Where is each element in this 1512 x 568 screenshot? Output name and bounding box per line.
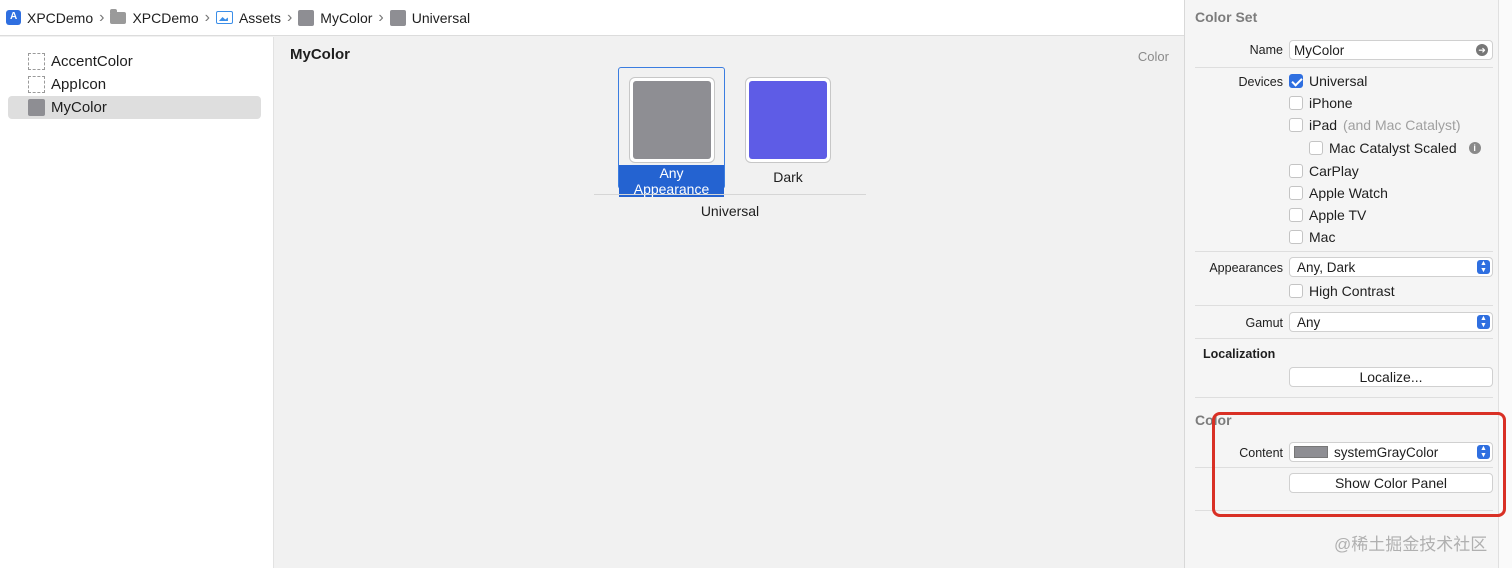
checkbox-label: CarPlay [1309, 163, 1359, 179]
appearances-label: Appearances [1209, 261, 1283, 275]
section-title-localization: Localization [1203, 347, 1276, 361]
appearances-popup[interactable]: Any, Dark ▲ ▼ [1289, 257, 1493, 277]
checkbox-checked-icon [1289, 74, 1303, 88]
color-swatch-icon [28, 99, 45, 116]
color-well-frame [745, 77, 831, 163]
divider [1195, 338, 1493, 339]
divider [1195, 305, 1493, 306]
checkbox-carplay[interactable]: CarPlay [1289, 163, 1359, 179]
asset-list-sidebar: AccentColor AppIcon MyColor [0, 37, 274, 568]
info-icon[interactable]: i [1468, 142, 1481, 154]
dashed-placeholder-icon [28, 76, 45, 93]
color-well-frame [628, 77, 715, 163]
checkbox-label: Apple TV [1309, 207, 1367, 223]
checkbox-label: Mac Catalyst Scaled [1329, 140, 1457, 156]
checkbox-icon [1289, 118, 1303, 132]
checkbox-label: iPad [1309, 117, 1338, 133]
breadcrumb-item-universal[interactable]: Universal [389, 9, 471, 26]
color-swatch [749, 81, 827, 159]
checkbox-high-contrast[interactable]: High Contrast [1289, 283, 1395, 299]
breadcrumb-label: XPCDemo [132, 9, 199, 26]
checkbox-icon [1309, 141, 1323, 155]
divider [594, 194, 866, 195]
checkbox-icon [1289, 96, 1303, 110]
color-well-label: Any Appearance [619, 165, 724, 197]
checkbox-icon [1289, 230, 1303, 244]
breadcrumb: XPCDemo › XPCDemo › Assets › MyColor › U… [0, 0, 1184, 36]
checkbox-label: Apple Watch [1309, 185, 1388, 201]
chevron-right-icon: › [378, 8, 384, 26]
checkbox-universal[interactable]: Universal [1289, 73, 1367, 89]
checkbox-label: High Contrast [1309, 283, 1395, 299]
sidebar-item-label: AppIcon [51, 76, 107, 93]
breadcrumb-item-assets[interactable]: Assets [215, 9, 281, 26]
arrow-right-circle-icon[interactable]: ➜ [1476, 44, 1488, 56]
divider [1195, 397, 1493, 398]
color-swatch-icon [389, 9, 406, 26]
section-title-color-set: Color Set [1195, 9, 1258, 25]
checkbox-note: (and Mac Catalyst) [1343, 117, 1461, 133]
chevron-up-down-icon: ▲ ▼ [1477, 260, 1490, 274]
divider [1195, 67, 1493, 68]
chevron-right-icon: › [99, 8, 105, 26]
name-value: MyColor [1294, 42, 1345, 58]
appearance-group-label: Universal [700, 203, 760, 219]
checkbox-mac-catalyst-scaled[interactable]: Mac Catalyst Scaled i [1309, 140, 1481, 156]
divider [1195, 251, 1493, 252]
checkbox-icon [1289, 186, 1303, 200]
checkbox-icon [1289, 284, 1303, 298]
gamut-value: Any [1297, 314, 1321, 330]
checkbox-label: iPhone [1309, 95, 1353, 111]
checkbox-ipad[interactable]: iPad (and Mac Catalyst) [1289, 117, 1461, 133]
name-field[interactable]: MyColor ➜ [1289, 40, 1493, 60]
dashed-placeholder-icon [28, 53, 45, 70]
color-well-label: Dark [773, 169, 803, 185]
sidebar-item-appicon[interactable]: AppIcon [8, 73, 261, 96]
checkbox-label: Universal [1309, 73, 1368, 89]
color-well-any-appearance[interactable]: Any Appearance [618, 67, 725, 197]
checkbox-label: Mac [1309, 229, 1336, 245]
checkbox-apple-watch[interactable]: Apple Watch [1289, 185, 1388, 201]
asset-kind-label: Color [1137, 49, 1169, 64]
breadcrumb-item-color[interactable]: MyColor [298, 9, 373, 26]
checkbox-icon [1289, 208, 1303, 222]
annotation-highlight-box [1212, 412, 1506, 517]
folder-icon [110, 8, 127, 24]
name-label: Name [1249, 43, 1283, 57]
breadcrumb-label: XPCDemo [27, 9, 94, 26]
sidebar-item-label: MyColor [51, 99, 107, 116]
devices-label: Devices [1238, 75, 1283, 89]
assets-icon [215, 11, 233, 24]
chevron-up-down-icon: ▲ ▼ [1477, 315, 1490, 329]
checkbox-iphone[interactable]: iPhone [1289, 95, 1353, 111]
app-icon [6, 10, 21, 25]
color-swatch [632, 81, 711, 159]
asset-canvas: MyColor Color Any Appearance Dark Univer… [275, 37, 1184, 568]
color-swatch-icon [298, 9, 315, 26]
chevron-right-icon: › [286, 8, 293, 26]
gamut-label: Gamut [1245, 316, 1283, 330]
gamut-popup[interactable]: Any ▲ ▼ [1289, 312, 1493, 332]
localize-button[interactable]: Localize... [1289, 367, 1493, 387]
breadcrumb-label: MyColor [320, 9, 373, 26]
breadcrumb-label: Universal [411, 9, 471, 26]
watermark: @稀土掘金技术社区 [1334, 535, 1488, 554]
appearances-value: Any, Dark [1297, 259, 1356, 275]
breadcrumb-item-folder[interactable]: XPCDemo [110, 8, 199, 26]
checkbox-icon [1289, 164, 1303, 178]
checkbox-apple-tv[interactable]: Apple TV [1289, 207, 1366, 223]
breadcrumb-label: Assets [238, 9, 281, 26]
chevron-right-icon: › [204, 8, 210, 26]
sidebar-item-mycolor[interactable]: MyColor [8, 96, 261, 119]
asset-title: MyColor [290, 46, 350, 63]
checkbox-mac[interactable]: Mac [1289, 229, 1335, 245]
sidebar-item-label: AccentColor [51, 53, 133, 70]
sidebar-item-accentcolor[interactable]: AccentColor [8, 50, 261, 73]
breadcrumb-item-project[interactable]: XPCDemo [6, 10, 93, 26]
color-well-dark[interactable]: Dark [745, 77, 831, 185]
